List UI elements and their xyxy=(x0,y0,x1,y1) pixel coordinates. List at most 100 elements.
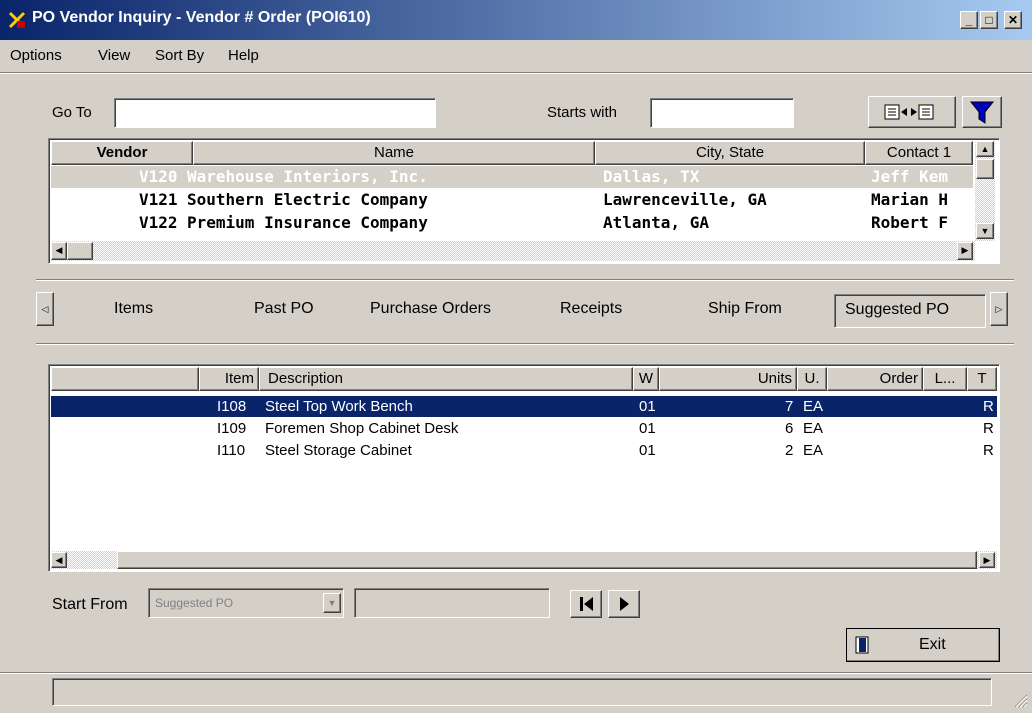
item-description: Foremen Shop Cabinet Desk xyxy=(265,420,459,437)
scroll-right-arrow[interactable]: ▶ xyxy=(957,242,973,260)
status-bar xyxy=(52,678,992,706)
app-icon[interactable] xyxy=(8,11,26,29)
scroll-left-arrow[interactable]: ◀ xyxy=(51,242,67,260)
skip-first-icon xyxy=(580,597,593,611)
scroll-left-arrow[interactable]: ◀ xyxy=(51,552,67,568)
t-col-header[interactable]: T xyxy=(967,367,997,391)
scroll-thumb[interactable] xyxy=(976,159,994,179)
item-type: R xyxy=(983,420,994,437)
exit-button[interactable]: Exit xyxy=(846,628,1000,662)
tab-scroll-right-button[interactable]: ▷ xyxy=(990,292,1008,326)
tab-suggested-po[interactable]: Suggested PO xyxy=(834,294,986,328)
swap-columns-icon xyxy=(884,104,934,120)
l-col-header[interactable]: L... xyxy=(923,367,967,391)
status-divider xyxy=(0,672,1032,674)
name-col-header[interactable]: Name xyxy=(193,141,595,165)
unit-col-header[interactable]: U. xyxy=(797,367,827,391)
units-col-header[interactable]: Units xyxy=(659,367,797,391)
first-record-button[interactable] xyxy=(570,590,602,618)
filter-button[interactable] xyxy=(962,96,1002,128)
item-row[interactable]: I110 Steel Storage Cabinet 01 2 EA R xyxy=(51,440,997,461)
vendor-row[interactable]: V121 Southern Electric Company Lawrencev… xyxy=(51,189,973,211)
window-title: PO Vendor Inquiry - Vendor # Order (POI6… xyxy=(32,9,371,26)
item-type: R xyxy=(983,398,994,415)
item-units: 6 xyxy=(785,420,794,437)
header-spacer xyxy=(51,367,199,391)
starts-with-input[interactable] xyxy=(650,98,794,128)
vendor-code: V121 xyxy=(139,190,178,209)
item-code: I109 xyxy=(217,420,247,437)
items-hscrollbar[interactable]: ◀ ▶ xyxy=(51,551,997,569)
item-code: I108 xyxy=(217,398,247,415)
toggle-view-button[interactable] xyxy=(868,96,956,128)
tab-receipts[interactable]: Receipts xyxy=(560,300,622,318)
description-col-header[interactable]: Description xyxy=(259,367,633,391)
goto-input[interactable] xyxy=(114,98,436,128)
vendor-col-header[interactable]: Vendor xyxy=(51,141,193,165)
vendor-hscrollbar[interactable]: ◀ ▶ xyxy=(51,241,975,261)
start-from-select[interactable]: Suggested PO ▼ xyxy=(148,588,344,618)
menu-view[interactable]: View xyxy=(98,47,130,64)
menu-options[interactable]: Options xyxy=(10,47,62,64)
tab-ship-from[interactable]: Ship From xyxy=(708,300,782,318)
scroll-thumb[interactable] xyxy=(117,551,977,569)
vendor-row-selected[interactable]: V120 Warehouse Interiors, Inc. Dallas, T… xyxy=(51,166,973,188)
title-bar: PO Vendor Inquiry - Vendor # Order (POI6… xyxy=(0,0,1032,40)
tab-past-po[interactable]: Past PO xyxy=(254,300,314,318)
vendor-city: Lawrenceville, GA xyxy=(603,190,767,209)
vendor-name: Premium Insurance Company xyxy=(187,213,428,232)
item-uom: EA xyxy=(803,420,824,437)
item-warehouse: 01 xyxy=(639,420,656,437)
item-warehouse: 01 xyxy=(639,442,656,459)
section-divider xyxy=(36,343,1014,345)
items-grid[interactable]: Item Description W Units U. Order L... T… xyxy=(48,364,1000,572)
item-description: Steel Top Work Bench xyxy=(265,398,413,415)
city-col-header[interactable]: City, State xyxy=(595,141,865,165)
item-units: 2 xyxy=(785,442,794,459)
close-button[interactable]: ✕ xyxy=(1004,11,1022,29)
chevron-down-icon[interactable]: ▼ xyxy=(323,593,341,613)
tab-scroll-left-button[interactable]: ◁ xyxy=(36,292,54,326)
item-uom: EA xyxy=(803,398,824,415)
vendor-contact: Marian H xyxy=(871,190,949,209)
tab-purchase-orders[interactable]: Purchase Orders xyxy=(370,300,491,318)
vendor-code: V120 xyxy=(139,167,178,186)
next-record-button[interactable] xyxy=(608,590,640,618)
scroll-up-arrow[interactable]: ▲ xyxy=(976,141,994,157)
minimize-button[interactable]: _ xyxy=(960,11,978,29)
start-from-input[interactable] xyxy=(354,588,550,618)
item-units: 7 xyxy=(785,398,794,415)
vendor-vscrollbar[interactable]: ▲ ▼ xyxy=(975,141,995,241)
vendor-contact: Robert F xyxy=(871,213,949,232)
vendor-code: V122 xyxy=(139,213,178,232)
warehouse-col-header[interactable]: W xyxy=(633,367,659,391)
maximize-button[interactable]: □ xyxy=(980,11,998,29)
menu-divider xyxy=(0,72,1032,74)
item-type: R xyxy=(983,442,994,459)
tab-items[interactable]: Items xyxy=(114,300,153,318)
order-col-header[interactable]: Order xyxy=(827,367,923,391)
goto-label: Go To xyxy=(52,104,92,121)
exit-door-icon xyxy=(855,636,869,654)
item-warehouse: 01 xyxy=(639,398,656,415)
item-code: I110 xyxy=(217,442,246,459)
contact-col-header[interactable]: Contact 1 xyxy=(865,141,973,165)
vendor-grid[interactable]: Vendor Name City, State Contact 1 V120 W… xyxy=(48,138,1000,264)
filter-icon xyxy=(969,101,995,124)
resize-grip-icon[interactable] xyxy=(1012,692,1028,708)
vendor-contact: Jeff Kem xyxy=(871,167,949,186)
menu-help[interactable]: Help xyxy=(228,47,259,64)
scroll-right-arrow[interactable]: ▶ xyxy=(979,552,995,568)
vendor-row[interactable]: V122 Premium Insurance Company Atlanta, … xyxy=(51,212,973,234)
item-description: Steel Storage Cabinet xyxy=(265,442,412,459)
item-uom: EA xyxy=(803,442,824,459)
item-row[interactable]: I109 Foremen Shop Cabinet Desk 01 6 EA R xyxy=(51,418,997,439)
item-col-header[interactable]: Item xyxy=(199,367,259,391)
scroll-thumb[interactable] xyxy=(67,242,93,260)
menu-sort-by[interactable]: Sort By xyxy=(155,47,204,64)
scroll-down-arrow[interactable]: ▼ xyxy=(976,223,994,239)
item-row-selected[interactable]: I108 Steel Top Work Bench 01 7 EA R xyxy=(50,395,998,418)
start-from-label: Start From xyxy=(52,596,128,613)
vendor-name: Southern Electric Company xyxy=(187,190,428,209)
vendor-city: Dallas, TX xyxy=(603,167,700,186)
